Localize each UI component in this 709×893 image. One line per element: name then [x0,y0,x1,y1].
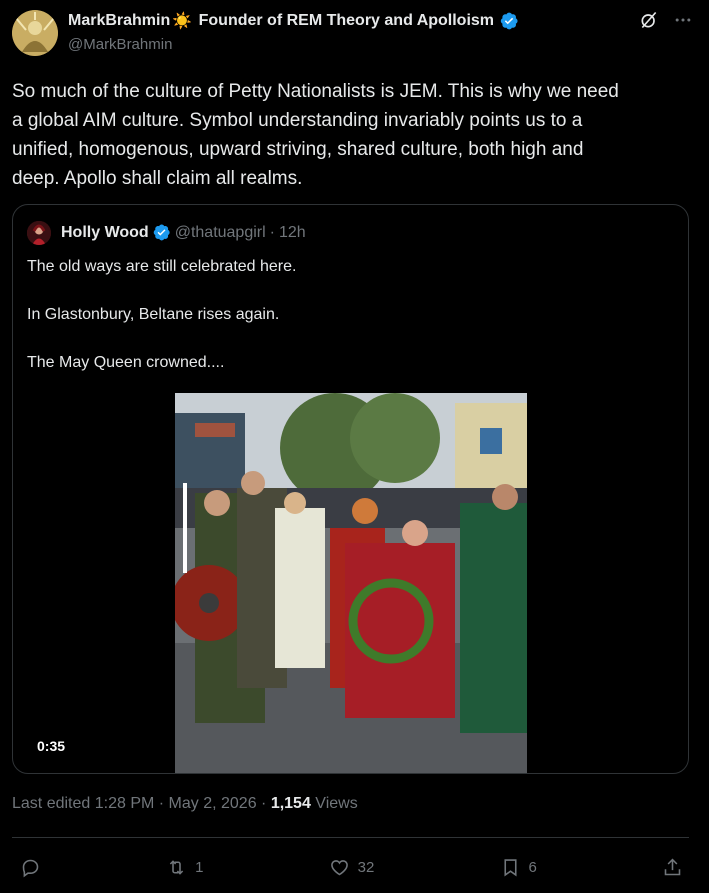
heart-icon [330,859,348,875]
share-button[interactable] [662,857,683,878]
post-top-actions [639,10,693,30]
repost-button[interactable]: 1 [166,857,204,878]
quote-video[interactable] [175,393,527,773]
quote-paragraph: The May Queen crowned.... [27,354,225,371]
post-text-line: a global AIM culture. Symbol understandi… [12,110,583,131]
verified-badge-icon [500,12,518,30]
quote-header: Holly Wood @thatuapgirl · 12h [61,223,306,242]
reply-button[interactable] [20,857,41,878]
author-display-name[interactable]: MarkBrahmin [68,12,170,30]
post-text: So much of the culture of Petty National… [12,77,692,193]
quote-timestamp[interactable]: 12h [279,224,306,242]
author-handle[interactable]: @MarkBrahmin [68,36,172,53]
bookmark-icon [503,858,517,876]
quote-author-name[interactable]: Holly Wood [61,224,149,242]
quote-paragraph: In Glastonbury, Beltane rises again. [27,306,280,323]
repost-count: 1 [195,858,204,876]
reply-icon [22,859,39,877]
quote-author-handle[interactable]: @thatuapgirl [175,224,266,242]
post-text-line: unified, homogenous, upward striving, sh… [12,139,584,160]
quote-verified-badge-icon [153,224,170,241]
quote-separator: · [269,223,275,241]
post-text-line: deep. Apollo shall claim all realms. [12,168,303,189]
avatar-image [12,10,58,56]
sun-emoji: ☀️ [172,13,193,30]
post-action-bar: 1 32 6 [12,850,689,884]
like-count: 32 [357,858,375,876]
author-name-row[interactable]: MarkBrahmin ☀️ Founder of REM Theory and… [68,10,519,32]
quote-avatar[interactable] [27,221,51,245]
author-avatar[interactable] [12,10,58,56]
grok-icon[interactable] [639,10,659,30]
bookmark-count: 6 [528,858,537,876]
bookmark-button[interactable]: 6 [500,857,537,878]
share-icon [664,858,681,875]
quoted-post[interactable]: Holly Wood @thatuapgirl · 12h The old wa… [12,204,689,774]
post-meta: Last edited 1:28 PM · May 2, 2026 · 1,15… [12,795,358,813]
edited-timestamp[interactable]: Last edited 1:28 PM · May 2, 2026 · [12,795,271,812]
quote-paragraph: The old ways are still celebrated here. [27,258,297,275]
video-duration: 0:35 [37,738,66,754]
video-frame [175,393,527,773]
repost-icon [169,859,184,875]
more-options-icon[interactable] [673,10,693,30]
post-text-line: So much of the culture of Petty National… [12,81,619,102]
author-title: Founder of REM Theory and Apolloism [194,12,495,29]
quote-text: The old ways are still celebrated here. … [27,255,667,399]
actions-divider [12,837,689,838]
views-label: Views [310,795,358,812]
like-button[interactable]: 32 [329,857,375,878]
views-count: 1,154 [270,795,311,812]
